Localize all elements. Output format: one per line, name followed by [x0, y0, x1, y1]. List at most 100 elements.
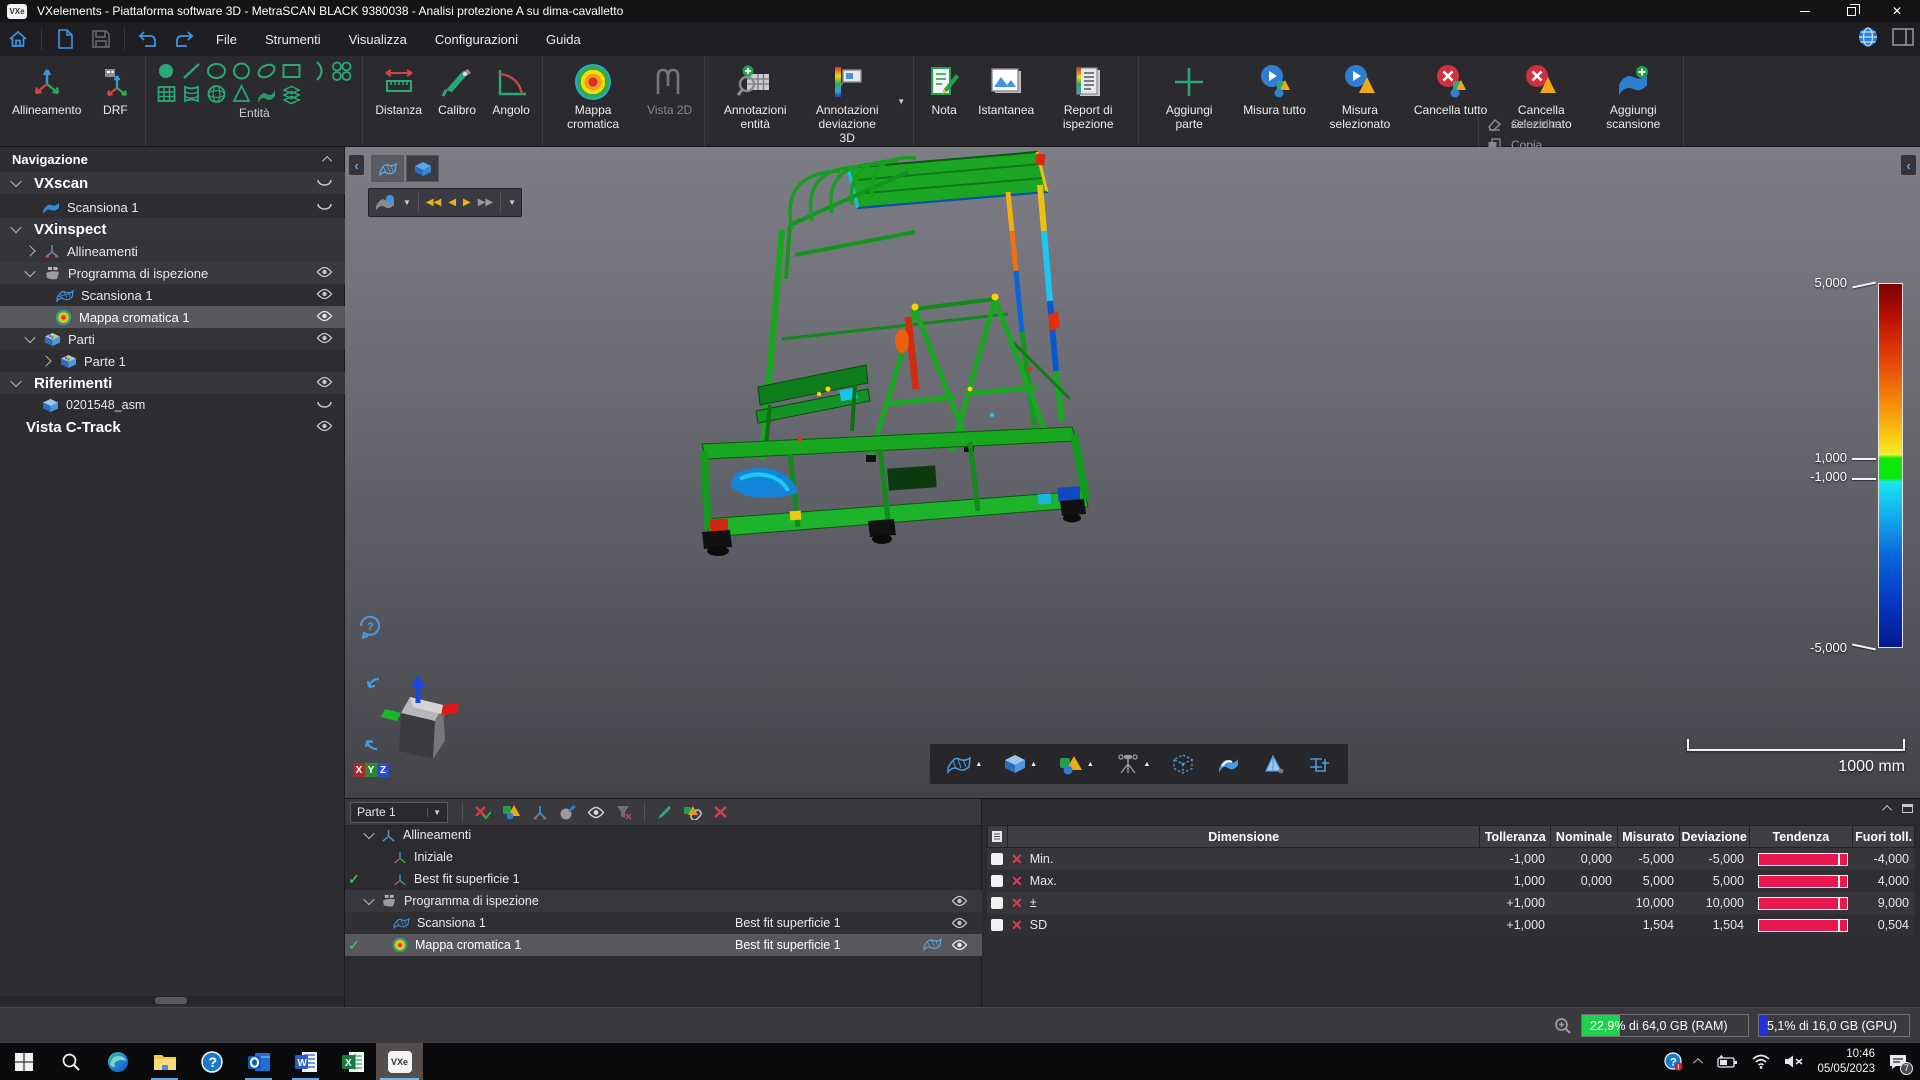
tree-node-allineamenti[interactable]: Allineamenti — [0, 240, 345, 262]
inspection-row-programma[interactable]: Programma di ispezione — [345, 890, 982, 912]
home-icon[interactable] — [3, 25, 33, 53]
entity-rectangle-icon[interactable] — [280, 60, 303, 82]
inspection-row-allineamenti[interactable]: Allineamenti — [345, 824, 982, 846]
inspection-row-mappa[interactable]: ✓ Mappa cromatica 1 Best fit superficie … — [345, 934, 982, 956]
chevron-right-icon[interactable] — [40, 355, 51, 366]
chevron-down-icon[interactable] — [24, 266, 35, 277]
istantanea-button[interactable]: Istantanea — [970, 59, 1042, 119]
report-ispezione-button[interactable]: Report di ispezione — [1042, 59, 1134, 133]
entity-plane-icon[interactable] — [155, 83, 178, 105]
entity-point-icon[interactable] — [155, 60, 178, 82]
drf-button[interactable]: DRF — [89, 59, 141, 119]
view-tab-mesh[interactable] — [371, 155, 404, 182]
distanza-button[interactable]: Distanza — [367, 59, 430, 119]
view-tab-solid[interactable] — [406, 155, 439, 182]
part-display-button[interactable]: ▲ — [1003, 754, 1037, 774]
table-row-sd[interactable]: ✕SD +1,000 1,504 1,504 0,504 — [987, 914, 1915, 936]
bounding-box-button[interactable] — [1171, 753, 1195, 775]
menu-visualizza[interactable]: Visualizza — [335, 32, 421, 47]
new-document-icon[interactable] — [50, 25, 80, 53]
chevron-down-icon[interactable] — [363, 828, 374, 839]
annotazioni-entita-button[interactable]: Annotazioni entità — [709, 59, 801, 133]
aggiungi-parte-button[interactable]: Aggiungi parte — [1143, 59, 1235, 133]
clipping-plane-button[interactable] — [1306, 753, 1332, 775]
entity-line-icon[interactable] — [180, 60, 203, 82]
redo-icon[interactable] — [169, 25, 199, 53]
axis-tool-icon[interactable] — [532, 805, 548, 820]
eye-icon[interactable] — [951, 895, 968, 907]
eye-icon[interactable] — [587, 806, 605, 819]
model-3d[interactable] — [640, 147, 1470, 759]
tree-node-mappa-cromatica[interactable]: Mappa cromatica 1 — [0, 306, 345, 328]
close-button[interactable]: ✕ — [1874, 0, 1920, 22]
surface-view-button[interactable] — [1216, 753, 1240, 775]
tray-clock[interactable]: 10:46 05/05/2023 — [1817, 1047, 1875, 1076]
hidden-eye-icon[interactable] — [316, 200, 333, 212]
row-checkbox[interactable] — [991, 919, 1003, 931]
tree-node-parte1[interactable]: Parte 1 — [0, 350, 345, 372]
battery-icon[interactable] — [1716, 1055, 1738, 1069]
aggiungi-scansione-button[interactable]: Aggiungi scansione — [1587, 59, 1679, 133]
first-frame-icon[interactable]: ◀◀ — [426, 197, 441, 208]
mesh-display-button[interactable]: ▲ — [946, 754, 982, 774]
entity-pattern-icon[interactable] — [330, 60, 353, 82]
viewport-3d[interactable]: ‹ ‹ ▼ ◀◀ ◀ ▶ ▶▶ ▼ — [345, 147, 1920, 798]
mappa-cromatica-button[interactable]: Mappa cromatica — [547, 59, 639, 133]
annotations-dropdown-arrow[interactable]: ▼ — [893, 97, 909, 106]
display-mode-dropdown-arrow[interactable]: ▼ — [403, 198, 411, 207]
entity-surface-icon[interactable] — [255, 83, 278, 105]
tree-node-vxscan-scansiona[interactable]: Scansiona 1 — [0, 196, 345, 218]
next-frame-icon[interactable]: ▶ — [463, 197, 471, 208]
help-app-icon[interactable]: ? — [188, 1043, 235, 1080]
row-checkbox[interactable] — [991, 875, 1003, 887]
nav-horizontal-scrollbar[interactable] — [0, 996, 344, 1005]
rotation-help-icon[interactable]: ? — [357, 613, 383, 639]
allineamento-button[interactable]: Allineamento — [4, 59, 89, 119]
entity-cone-icon[interactable] — [230, 83, 253, 105]
paint-tool-icon[interactable] — [559, 805, 576, 820]
eye-icon[interactable] — [316, 420, 333, 432]
wifi-icon[interactable] — [1751, 1054, 1771, 1069]
table-row-max[interactable]: ✕Max. 1,000 0,000 5,000 5,000 4,000 — [987, 870, 1915, 892]
entity-circle-icon[interactable] — [230, 60, 253, 82]
view-cube[interactable] — [355, 675, 465, 771]
eye-icon[interactable] — [951, 917, 968, 929]
eye-icon[interactable] — [316, 288, 333, 300]
search-icon[interactable] — [47, 1043, 94, 1080]
tree-node-parti[interactable]: Parti — [0, 328, 345, 350]
part-selector[interactable]: Parte 1 ▼ — [350, 802, 448, 823]
row-checkbox[interactable] — [991, 853, 1003, 865]
angolo-button[interactable]: Angolo — [484, 59, 538, 119]
tray-chevron-up-icon[interactable] — [1696, 1058, 1703, 1065]
entity-slot-icon[interactable] — [255, 60, 278, 82]
delete-x-icon[interactable] — [713, 805, 728, 819]
table-row-min[interactable]: ✕Min. -1,000 0,000 -5,000 -5,000 -4,000 — [987, 848, 1915, 870]
inspection-row-best-fit[interactable]: ✓ Best fit superficie 1 — [345, 868, 982, 890]
chevron-right-icon[interactable] — [24, 245, 35, 256]
start-button[interactable] — [0, 1043, 47, 1080]
chevron-down-icon[interactable] — [10, 176, 21, 187]
list-icon[interactable] — [988, 826, 1008, 847]
table-row-plusminus[interactable]: ✕± +1,000 10,000 10,000 9,000 — [987, 892, 1915, 914]
layout-panels-icon[interactable] — [1892, 27, 1914, 47]
edit-pencil-icon[interactable] — [656, 805, 672, 820]
edge-icon[interactable] — [94, 1043, 141, 1080]
last-frame-icon[interactable]: ▶▶ — [478, 197, 493, 208]
tree-node-vista-ctrack[interactable]: Vista C-Track — [0, 416, 345, 438]
prism-view-button[interactable] — [1261, 753, 1285, 775]
chevron-down-icon[interactable] — [363, 894, 374, 905]
chevron-down-icon[interactable] — [24, 332, 35, 343]
hidden-eye-icon[interactable] — [316, 398, 333, 410]
zoom-icon[interactable] — [1554, 1017, 1572, 1035]
panel-collapse-icon[interactable] — [1882, 805, 1892, 815]
file-explorer-icon[interactable] — [141, 1043, 188, 1080]
inspection-row-scansiona[interactable]: Scansiona 1 Best fit superficie 1 — [345, 912, 982, 934]
eye-icon[interactable] — [316, 310, 333, 322]
eye-icon[interactable] — [316, 266, 333, 278]
previous-frame-icon[interactable]: ◀ — [448, 197, 456, 208]
tracker-display-button[interactable]: ▲ — [1115, 753, 1151, 775]
chevron-down-icon[interactable] — [10, 222, 21, 233]
hidden-eye-icon[interactable] — [316, 176, 333, 188]
entity-arc-icon[interactable] — [305, 60, 328, 82]
tree-node-vxscan[interactable]: VXscan — [0, 172, 345, 194]
